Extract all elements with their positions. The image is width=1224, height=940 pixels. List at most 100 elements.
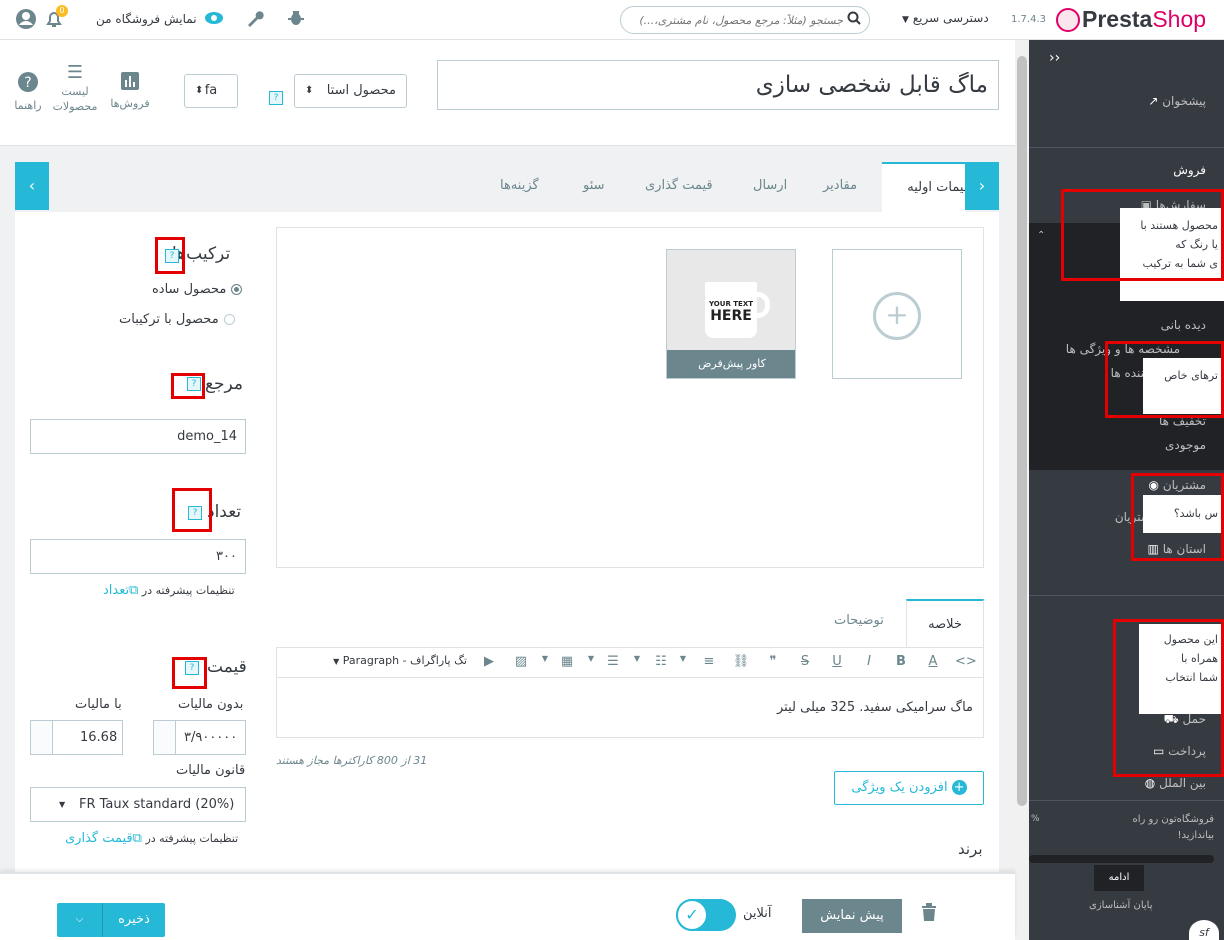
tab-options[interactable]: گزینه‌ها	[500, 162, 539, 212]
tax-rule-select[interactable]: ▼ FR Taux standard (20%)	[30, 787, 246, 822]
chevron-left-icon: ‹	[28, 176, 36, 195]
search-input[interactable]	[633, 11, 843, 29]
sidebar-divider	[1029, 595, 1224, 596]
tab-seo[interactable]: سئو	[583, 162, 605, 212]
currency-addon	[31, 721, 53, 754]
bar-chart-icon	[110, 72, 150, 96]
source-code-icon[interactable]: <>	[955, 654, 977, 669]
strikethrough-icon[interactable]: S	[795, 654, 815, 669]
price-incl-tax-input[interactable]: 16.68	[30, 720, 123, 755]
summary-text[interactable]: ماگ سرامیکی سفید. 325 میلی لیتر	[777, 700, 973, 715]
simple-product-radio[interactable]: محصول ساده	[152, 282, 243, 297]
tab-basic-settings[interactable]: تنظیمات اولیه	[882, 162, 982, 212]
preview-button[interactable]: پیش نمایش	[802, 899, 902, 933]
paragraph-select[interactable]: تگ پاراگراف - Paragraph ▼	[327, 654, 467, 667]
tab-description[interactable]: توضیحات	[834, 597, 884, 645]
caret-down-icon[interactable]: ▼	[627, 654, 647, 663]
symfony-icon[interactable]: sf	[1189, 920, 1219, 940]
sidebar-item-monitoring[interactable]: دیده بانی	[1161, 318, 1206, 332]
currency-addon	[154, 721, 176, 754]
help-button[interactable]: ? راهنما	[8, 72, 48, 113]
bold-icon[interactable]: B	[891, 654, 911, 669]
align-icon[interactable]: ≡	[699, 654, 719, 669]
save-dropdown-toggle[interactable]: ⌵	[57, 903, 103, 937]
add-image-button[interactable]: +	[832, 249, 962, 379]
text-color-icon[interactable]: A	[923, 654, 943, 669]
view-store-link[interactable]: نمایش فروشگاه من	[96, 12, 197, 26]
page-scrollbar[interactable]	[1015, 40, 1029, 940]
eye-icon[interactable]	[202, 8, 226, 32]
online-toggle[interactable]: ✓	[676, 899, 736, 931]
caret-down-icon[interactable]: ▼	[581, 654, 601, 663]
bug-icon[interactable]	[284, 8, 308, 32]
product-type-select[interactable]: محصول استا ⬍	[294, 74, 407, 108]
plus-circle-icon: +	[951, 780, 967, 795]
product-tabs: ‹ تنظیمات اولیه › مقادیر ارسال قیمت گذار…	[15, 162, 999, 212]
cover-image-thumbnail[interactable]: YOUR TEXT HERE کاور پیش‌فرض	[666, 249, 796, 379]
sidebar-item-international[interactable]: بین الملل ◍	[1145, 776, 1206, 790]
table-icon[interactable]: ▦	[557, 654, 577, 669]
onboarding-percent: %	[1031, 814, 1040, 824]
tab-quantities[interactable]: مقادیر	[823, 162, 857, 212]
search-icon[interactable]	[847, 11, 861, 29]
quantity-link[interactable]: ⧉تعداد	[103, 583, 138, 598]
caret-down-icon[interactable]: ▼	[673, 654, 693, 663]
add-feature-button[interactable]: +افزودن یک ویژگی	[834, 771, 984, 805]
tab-pricing[interactable]: قیمت گذاری	[645, 162, 713, 212]
underline-icon[interactable]: U	[827, 654, 847, 669]
wrench-icon[interactable]	[243, 8, 267, 32]
online-label: آنلاین	[743, 906, 772, 921]
help-icon[interactable]: ?	[269, 91, 283, 105]
help-label: راهنما	[14, 99, 42, 112]
product-list-button[interactable]: ☰ لیست محصولات	[50, 62, 100, 114]
end-onboarding-link[interactable]: پایان آشناسازی	[1089, 900, 1153, 911]
caret-down-icon[interactable]: ▼	[535, 654, 555, 663]
scrollbar-thumb[interactable]	[1017, 56, 1027, 806]
bullet-list-icon[interactable]: ☷	[651, 654, 671, 669]
tab-summary[interactable]: خلاصه	[906, 599, 984, 647]
combinations-product-radio[interactable]: محصول با ترکیبات	[119, 312, 235, 327]
sales-button[interactable]: فروش‌ها	[110, 72, 150, 111]
version-label: 1.7.4.3	[1011, 14, 1046, 25]
quantity-title: تعداد	[207, 502, 242, 522]
trash-icon[interactable]	[920, 902, 938, 926]
tax-rule-label: قانون مالیات	[176, 763, 246, 778]
prestashop-logo-icon[interactable]	[1056, 8, 1080, 32]
sidebar-item-stock[interactable]: موجودی	[1165, 438, 1206, 452]
tab-scroll-left-button[interactable]: ‹	[15, 162, 49, 210]
user-icon[interactable]	[14, 8, 38, 32]
radio-checked-icon	[231, 284, 243, 295]
onboarding-continue-button[interactable]: ادامه	[1094, 865, 1144, 891]
blockquote-icon[interactable]: ❞	[763, 654, 783, 669]
sales-label: فروش‌ها	[110, 97, 150, 110]
quantity-input[interactable]: ۳۰۰	[30, 539, 246, 574]
search-box[interactable]	[620, 6, 870, 34]
quick-access-dropdown[interactable]: دسترسی سریع ▼	[902, 11, 989, 25]
reference-input[interactable]: demo_14	[30, 419, 246, 454]
image-icon[interactable]: ▨	[511, 654, 531, 669]
product-name-input[interactable]	[437, 60, 999, 110]
highlight-box	[1113, 619, 1224, 777]
pricing-link[interactable]: ⧉قیمت گذاری	[65, 831, 142, 846]
italic-icon[interactable]: I	[859, 654, 879, 669]
highlight-box	[1061, 189, 1224, 281]
language-select[interactable]: fa ⬍	[184, 74, 238, 108]
sidebar-item-dashboard[interactable]: پیشخوان ↗	[1148, 94, 1206, 108]
collapse-sidebar-icon[interactable]: ››	[1049, 50, 1060, 66]
media-icon[interactable]: ▶	[479, 654, 499, 669]
price-excl-tax-input[interactable]: ۳/۹۰۰۰۰۰	[153, 720, 246, 755]
sidebar-section-sell: فروش	[1173, 163, 1206, 177]
pricing-advanced-note: تنظیمات پیشرفته در ⧉قیمت گذاری	[65, 831, 239, 846]
save-button[interactable]: ذخیره	[103, 903, 165, 937]
prestashop-logo[interactable]: PrestaShop	[1082, 6, 1206, 33]
summary-editor[interactable]: <> A B I U S ❞ ⛓ ≡ ▼ ☷ ▼ ☰ ▼ ▦ ▼ ▨ ▶ تگ …	[276, 647, 984, 738]
trending-icon: ↗	[1148, 94, 1159, 108]
link-icon[interactable]: ⛓	[731, 654, 751, 669]
highlight-box	[172, 657, 207, 689]
tab-shipping[interactable]: ارسال	[753, 162, 787, 212]
tab-scroll-right-button[interactable]: ›	[965, 162, 999, 210]
onboarding-progress	[1029, 855, 1214, 863]
numbered-list-icon[interactable]: ☰	[603, 654, 623, 669]
quick-access-label: دسترسی سریع	[912, 11, 989, 25]
chevron-up-icon[interactable]: ⌃	[1037, 230, 1045, 241]
